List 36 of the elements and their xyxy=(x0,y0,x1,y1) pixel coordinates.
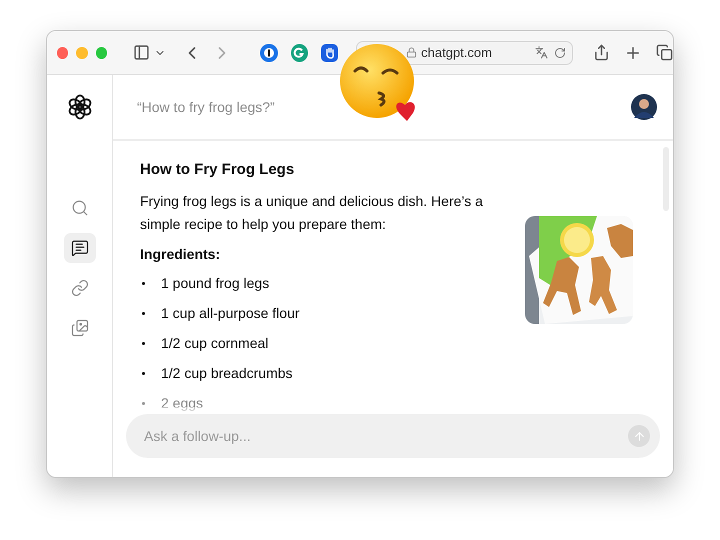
answer-paragraph: Frying frog legs is a unique and delicious dish. Here’s a simple recipe to help you prepare them: xyxy=(140,192,484,234)
translate-icon[interactable] xyxy=(535,46,548,59)
url-text: chatgpt.com xyxy=(421,45,492,60)
bullet-icon xyxy=(142,312,145,314)
tab-overview-button[interactable] xyxy=(656,44,673,61)
follow-up-field[interactable]: Ask a follow-up... xyxy=(126,414,660,458)
ingredient-text: 1/2 cup breadcrumbs xyxy=(161,365,293,381)
ingredient-text: 1 pound frog legs xyxy=(161,275,270,291)
answer-title: How to Fry Frog Legs xyxy=(140,161,296,178)
bullet-icon xyxy=(142,402,145,404)
maximize-button[interactable] xyxy=(96,46,108,58)
bullet-icon xyxy=(142,282,145,284)
images-icon xyxy=(70,319,88,337)
link-icon xyxy=(70,279,88,297)
ingredient-text: 2 eggs xyxy=(161,395,204,411)
reload-icon[interactable] xyxy=(554,46,566,58)
lock-icon xyxy=(406,47,418,58)
bullet-icon xyxy=(142,372,145,374)
bullet-icon xyxy=(142,342,145,344)
share-button[interactable] xyxy=(592,44,610,61)
avatar[interactable] xyxy=(631,94,657,120)
hand-extension-icon[interactable] xyxy=(320,44,338,62)
password-extension-icon[interactable] xyxy=(260,44,278,62)
close-button[interactable] xyxy=(57,46,68,58)
section-heading: Ingredients: xyxy=(140,246,222,262)
arrow-up-icon xyxy=(632,430,646,442)
ingredient-text: 1 cup all-purpose flour xyxy=(161,305,300,321)
sidebar-item[interactable] xyxy=(64,233,96,263)
sidebar-toggle-button[interactable] xyxy=(133,44,150,61)
logo-icon xyxy=(66,93,94,121)
follow-up-input[interactable]: Ask a follow-up... xyxy=(142,427,628,445)
chat-icon xyxy=(70,239,88,257)
ingredient-text: 1/2 cup cornmeal xyxy=(161,335,268,351)
search-icon xyxy=(70,199,88,217)
grammar-extension-icon[interactable] xyxy=(290,44,308,62)
search-query: “How to fry frog legs?” xyxy=(137,99,275,115)
